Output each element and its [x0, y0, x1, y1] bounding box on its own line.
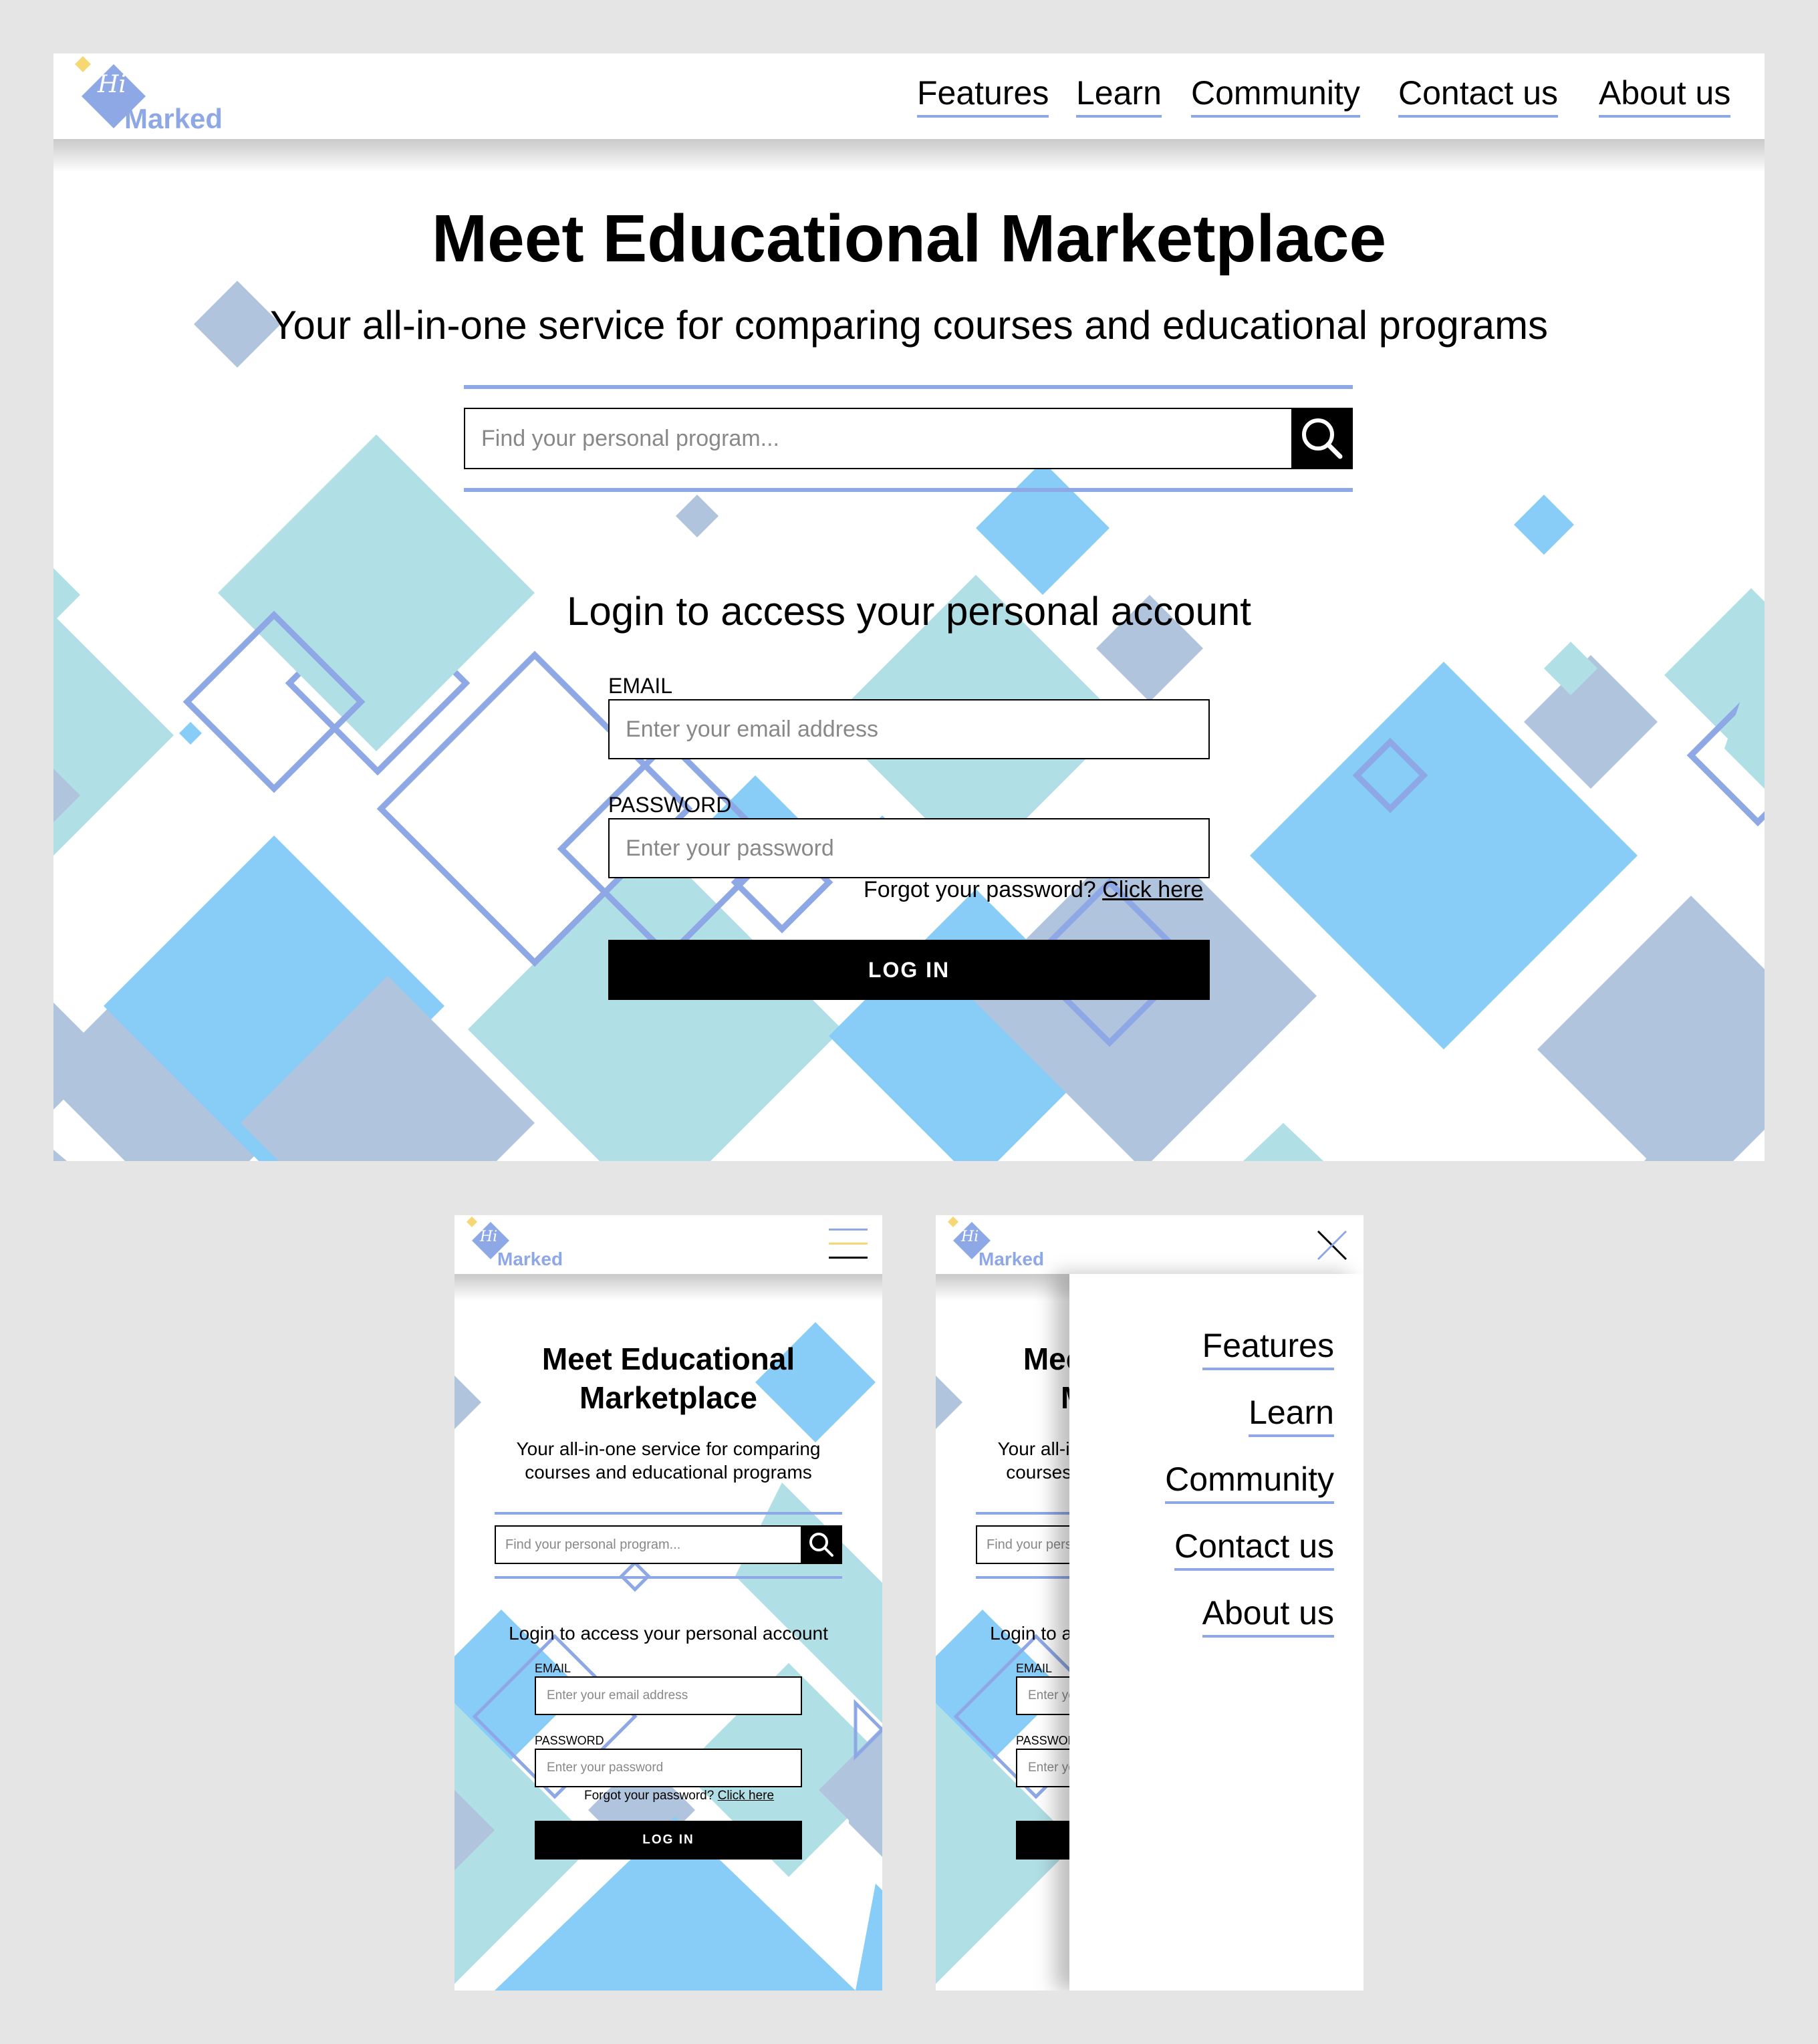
page-title: Meet Educational Marketplace	[431, 201, 1387, 276]
mobile-navbar-shadow	[454, 1274, 882, 1301]
mobile-menu-logo-word: Marked	[979, 1249, 1045, 1269]
mobile-forgot-password: Forgot your password? Click here	[584, 1789, 774, 1803]
mobile-password-label: PASSWORD	[535, 1734, 604, 1747]
mobile-page-subtitle: Your all-in-one service for comparing co…	[454, 1437, 882, 1484]
desktop-navbar: Hi Marked Features Learn Community Conta…	[53, 53, 1765, 139]
hamburger-icon	[829, 1229, 868, 1259]
mobile-menu-navbar: Hi Marked	[936, 1215, 1364, 1274]
search-top-rule	[464, 385, 1353, 389]
mobile-email-label: EMAIL	[535, 1662, 571, 1675]
nav-link-about[interactable]: About us	[1599, 74, 1731, 118]
under-search-input: Find your personal program...	[976, 1525, 1069, 1564]
forgot-password-text: Forgot your password? Click here	[864, 877, 1203, 903]
under-password-label: PASSWORD	[1016, 1734, 1069, 1747]
menu-link-about[interactable]: About us	[1202, 1593, 1334, 1638]
logo-word: Marked	[124, 103, 223, 134]
mobile-forgot-label: Forgot your password?	[584, 1789, 715, 1803]
under-email-label: EMAIL	[1016, 1662, 1053, 1675]
mobile-search-bottom-rule	[495, 1576, 842, 1579]
close-menu-button[interactable]	[1315, 1229, 1349, 1262]
navbar-shadow	[53, 139, 1765, 172]
menu-link-features[interactable]: Features	[1202, 1326, 1334, 1370]
mobile-background-pattern	[454, 1322, 882, 1991]
logo[interactable]: Hi Marked	[74, 56, 247, 136]
logo-script-text: Hi	[98, 71, 126, 98]
password-field[interactable]: Enter your password	[608, 818, 1210, 878]
under-subtitle-line1: Your all-in-one service for comparing	[997, 1438, 1069, 1459]
hamburger-button[interactable]	[829, 1227, 868, 1262]
email-label: EMAIL	[608, 674, 673, 698]
under-search-bottom-rule	[976, 1576, 1069, 1579]
mobile-menu-frame: Meet Educational Marketplace Your all-in…	[936, 1215, 1364, 1991]
under-subtitle: Your all-in-one service for comparing co…	[936, 1437, 1069, 1484]
mobile-subtitle-line2: courses and educational programs	[525, 1462, 812, 1483]
email-field[interactable]: Enter your email address	[608, 699, 1210, 759]
mobile-search-top-rule	[495, 1512, 842, 1515]
login-heading: Login to access your personal account	[567, 589, 1251, 634]
forgot-password-label: Forgot your password?	[864, 877, 1096, 902]
slide-menu-panel: Features Learn Community Contact us Abou…	[1069, 1274, 1364, 1991]
menu-link-contact[interactable]: Contact us	[1174, 1527, 1334, 1571]
search-bottom-rule	[464, 488, 1353, 492]
under-password-field: Enter your password	[1016, 1749, 1069, 1787]
under-login-button	[1016, 1821, 1069, 1860]
under-search-top-rule	[976, 1512, 1069, 1515]
menu-link-learn[interactable]: Learn	[1249, 1393, 1334, 1437]
search-icon	[809, 1533, 833, 1557]
search-icon	[1302, 418, 1343, 459]
page-subtitle: Your all-in-one service for comparing co…	[269, 303, 1549, 348]
mobile-forgot-link[interactable]: Click here	[718, 1789, 774, 1803]
mobile-search-input[interactable]: Find your personal program...	[495, 1525, 802, 1564]
mobile-search-button[interactable]	[801, 1525, 842, 1564]
nav-link-contact[interactable]: Contact us	[1398, 74, 1559, 118]
mobile-title-line1: Meet Educational	[541, 1342, 795, 1376]
mobile-navbar: Hi Marked	[454, 1215, 882, 1274]
password-label: PASSWORD	[608, 793, 732, 817]
mobile-email-field[interactable]: Enter your email address	[535, 1676, 802, 1715]
login-button[interactable]: LOG IN	[608, 940, 1210, 1000]
mobile-page-title: Meet Educational Marketplace	[454, 1339, 882, 1417]
nav-link-features[interactable]: Features	[917, 74, 1049, 118]
under-title-line2: Marketplace	[936, 1378, 1069, 1417]
mobile-logo-word: Marked	[497, 1249, 563, 1269]
close-icon	[1317, 1230, 1347, 1261]
mobile-menu-navbar-shadow	[936, 1274, 1069, 1301]
nav-link-community[interactable]: Community	[1191, 74, 1360, 118]
underlying-page-content: Meet Educational Marketplace Your all-in…	[936, 1215, 1069, 1991]
under-subtitle-line2: courses and educational programs	[1006, 1462, 1069, 1483]
mobile-frame: Hi Marked Meet Educational Marketplace Y…	[454, 1215, 882, 1991]
under-title-line1: Meet Educational	[1023, 1342, 1069, 1376]
mobile-subtitle-line1: Your all-in-one service for comparing	[516, 1438, 821, 1459]
forgot-password-link[interactable]: Click here	[1102, 877, 1203, 902]
mobile-menu-logo-script: Hi	[961, 1229, 979, 1245]
mobile-title-line2: Marketplace	[579, 1380, 757, 1415]
menu-link-community[interactable]: Community	[1165, 1460, 1334, 1504]
under-title: Meet Educational Marketplace	[936, 1339, 1069, 1417]
mobile-login-button[interactable]: LOG IN	[535, 1821, 802, 1860]
search-button[interactable]	[1291, 408, 1353, 469]
mobile-logo[interactable]: Hi Marked	[467, 1217, 587, 1273]
desktop-frame: Hi Marked Features Learn Community Conta…	[53, 53, 1765, 1161]
mobile-login-heading: Login to access your personal account	[509, 1623, 828, 1644]
under-login-heading: Login to access your personal account	[990, 1623, 1069, 1644]
under-email-field: Enter your email address	[1016, 1676, 1069, 1715]
nav-link-learn[interactable]: Learn	[1076, 74, 1162, 118]
mobile-menu-logo[interactable]: Hi Marked	[948, 1217, 1068, 1273]
search-input[interactable]: Find your personal program...	[464, 408, 1293, 469]
mobile-password-field[interactable]: Enter your password	[535, 1749, 802, 1787]
mobile-logo-script: Hi	[480, 1229, 498, 1245]
